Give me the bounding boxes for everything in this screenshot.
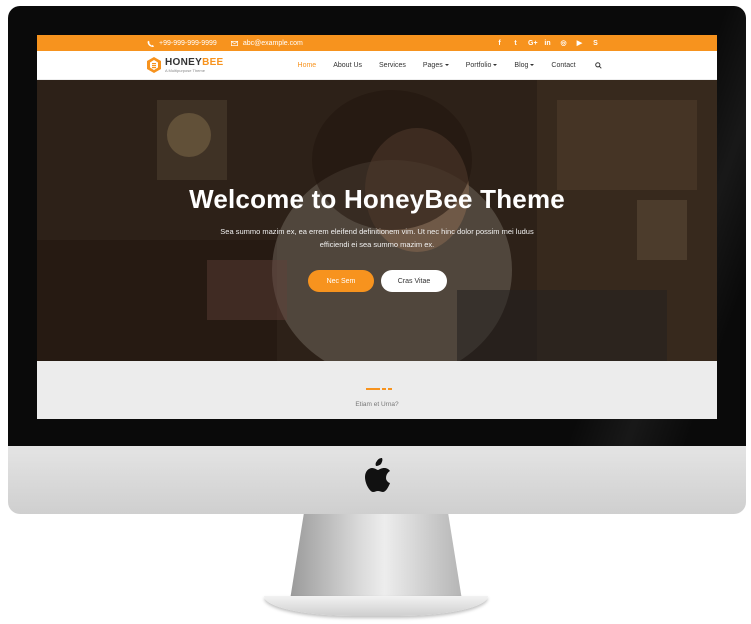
caret-down-icon: [493, 64, 498, 66]
skype-icon[interactable]: S: [592, 40, 599, 47]
nav-item-label: Services: [379, 61, 406, 69]
facebook-icon[interactable]: f: [496, 40, 503, 47]
contact-info: +99-999-999-9999 abc@example.com: [147, 40, 317, 47]
caret-down-icon: [530, 64, 535, 66]
email-item[interactable]: abc@example.com: [230, 39, 303, 47]
section-divider: [366, 388, 392, 390]
phone-icon: [147, 40, 154, 47]
google-plus-icon[interactable]: G+: [528, 40, 538, 47]
section-heading: Etiam et Urna?: [355, 401, 399, 408]
brand-tagline: A Multipurpose Theme: [165, 67, 205, 73]
monitor-stand: [290, 514, 462, 600]
honeybee-logo-icon: [147, 57, 161, 73]
search-icon[interactable]: [594, 61, 602, 69]
divider-segment: [388, 388, 392, 390]
website-screen: +99-999-999-9999 abc@example.com f t G+ …: [37, 35, 717, 419]
youtube-icon[interactable]: ▶: [576, 40, 583, 47]
nav-item-pages[interactable]: Pages: [423, 62, 449, 69]
nav-item-blog[interactable]: Blog: [514, 61, 535, 69]
caret-down-icon: [444, 64, 449, 66]
monitor-stand-base: [264, 596, 488, 616]
cras-vitae-button[interactable]: Cras Vitae: [381, 270, 447, 292]
phone-item[interactable]: +99-999-999-9999: [147, 40, 217, 47]
hero-subtitle: Sea summo mazim ex, ea errem eleifend de…: [220, 227, 534, 249]
nav-item-home[interactable]: Home: [298, 62, 317, 69]
nav-item-contact[interactable]: Contact: [551, 62, 575, 69]
nav-item-label: Home: [297, 61, 317, 69]
social-links: f t G+ in ◎ ▶ S: [496, 40, 599, 47]
brand-name-part2: BEE: [202, 56, 224, 68]
top-bar: +99-999-999-9999 abc@example.com f t G+ …: [37, 35, 717, 51]
nav-menu: Home About Us Services Pages Portfolio B…: [298, 62, 602, 69]
nav-item-label: About Us: [333, 61, 363, 69]
main-navbar: HONEYBEE A Multipurpose Theme Home About…: [37, 51, 717, 80]
apple-logo-icon: [365, 458, 390, 492]
email-address: abc@example.com: [242, 39, 303, 47]
intro-section: Etiam et Urna?: [37, 361, 717, 419]
nav-item-label: Portfolio: [465, 61, 492, 69]
divider-segment: [382, 388, 386, 390]
nav-item-label: Pages: [422, 61, 443, 69]
hero-overlay: [37, 80, 717, 362]
site-logo[interactable]: HONEYBEE A Multipurpose Theme: [147, 57, 224, 73]
brand-name: HONEYBEE: [165, 56, 224, 68]
logo-text: HONEYBEE A Multipurpose Theme: [165, 56, 224, 73]
nav-item-label: Blog: [514, 61, 529, 69]
brand-name-part1: HONEY: [165, 56, 203, 68]
nav-item-label: Contact: [551, 61, 576, 69]
twitter-icon[interactable]: t: [512, 40, 519, 47]
nav-item-services[interactable]: Services: [379, 62, 406, 69]
nec-sem-button[interactable]: Nec Sem: [308, 270, 374, 292]
nav-item-about-us[interactable]: About Us: [333, 62, 362, 69]
hero-banner: Welcome to HoneyBee Theme Sea summo mazi…: [37, 80, 717, 362]
divider-segment: [366, 388, 380, 390]
phone-number: +99-999-999-9999: [159, 39, 217, 47]
envelope-icon: [230, 40, 238, 46]
linkedin-icon[interactable]: in: [544, 40, 551, 47]
nav-item-portfolio[interactable]: Portfolio: [466, 62, 498, 69]
instagram-icon[interactable]: ◎: [560, 40, 567, 47]
hero-title: Welcome to HoneyBee Theme: [189, 184, 565, 214]
